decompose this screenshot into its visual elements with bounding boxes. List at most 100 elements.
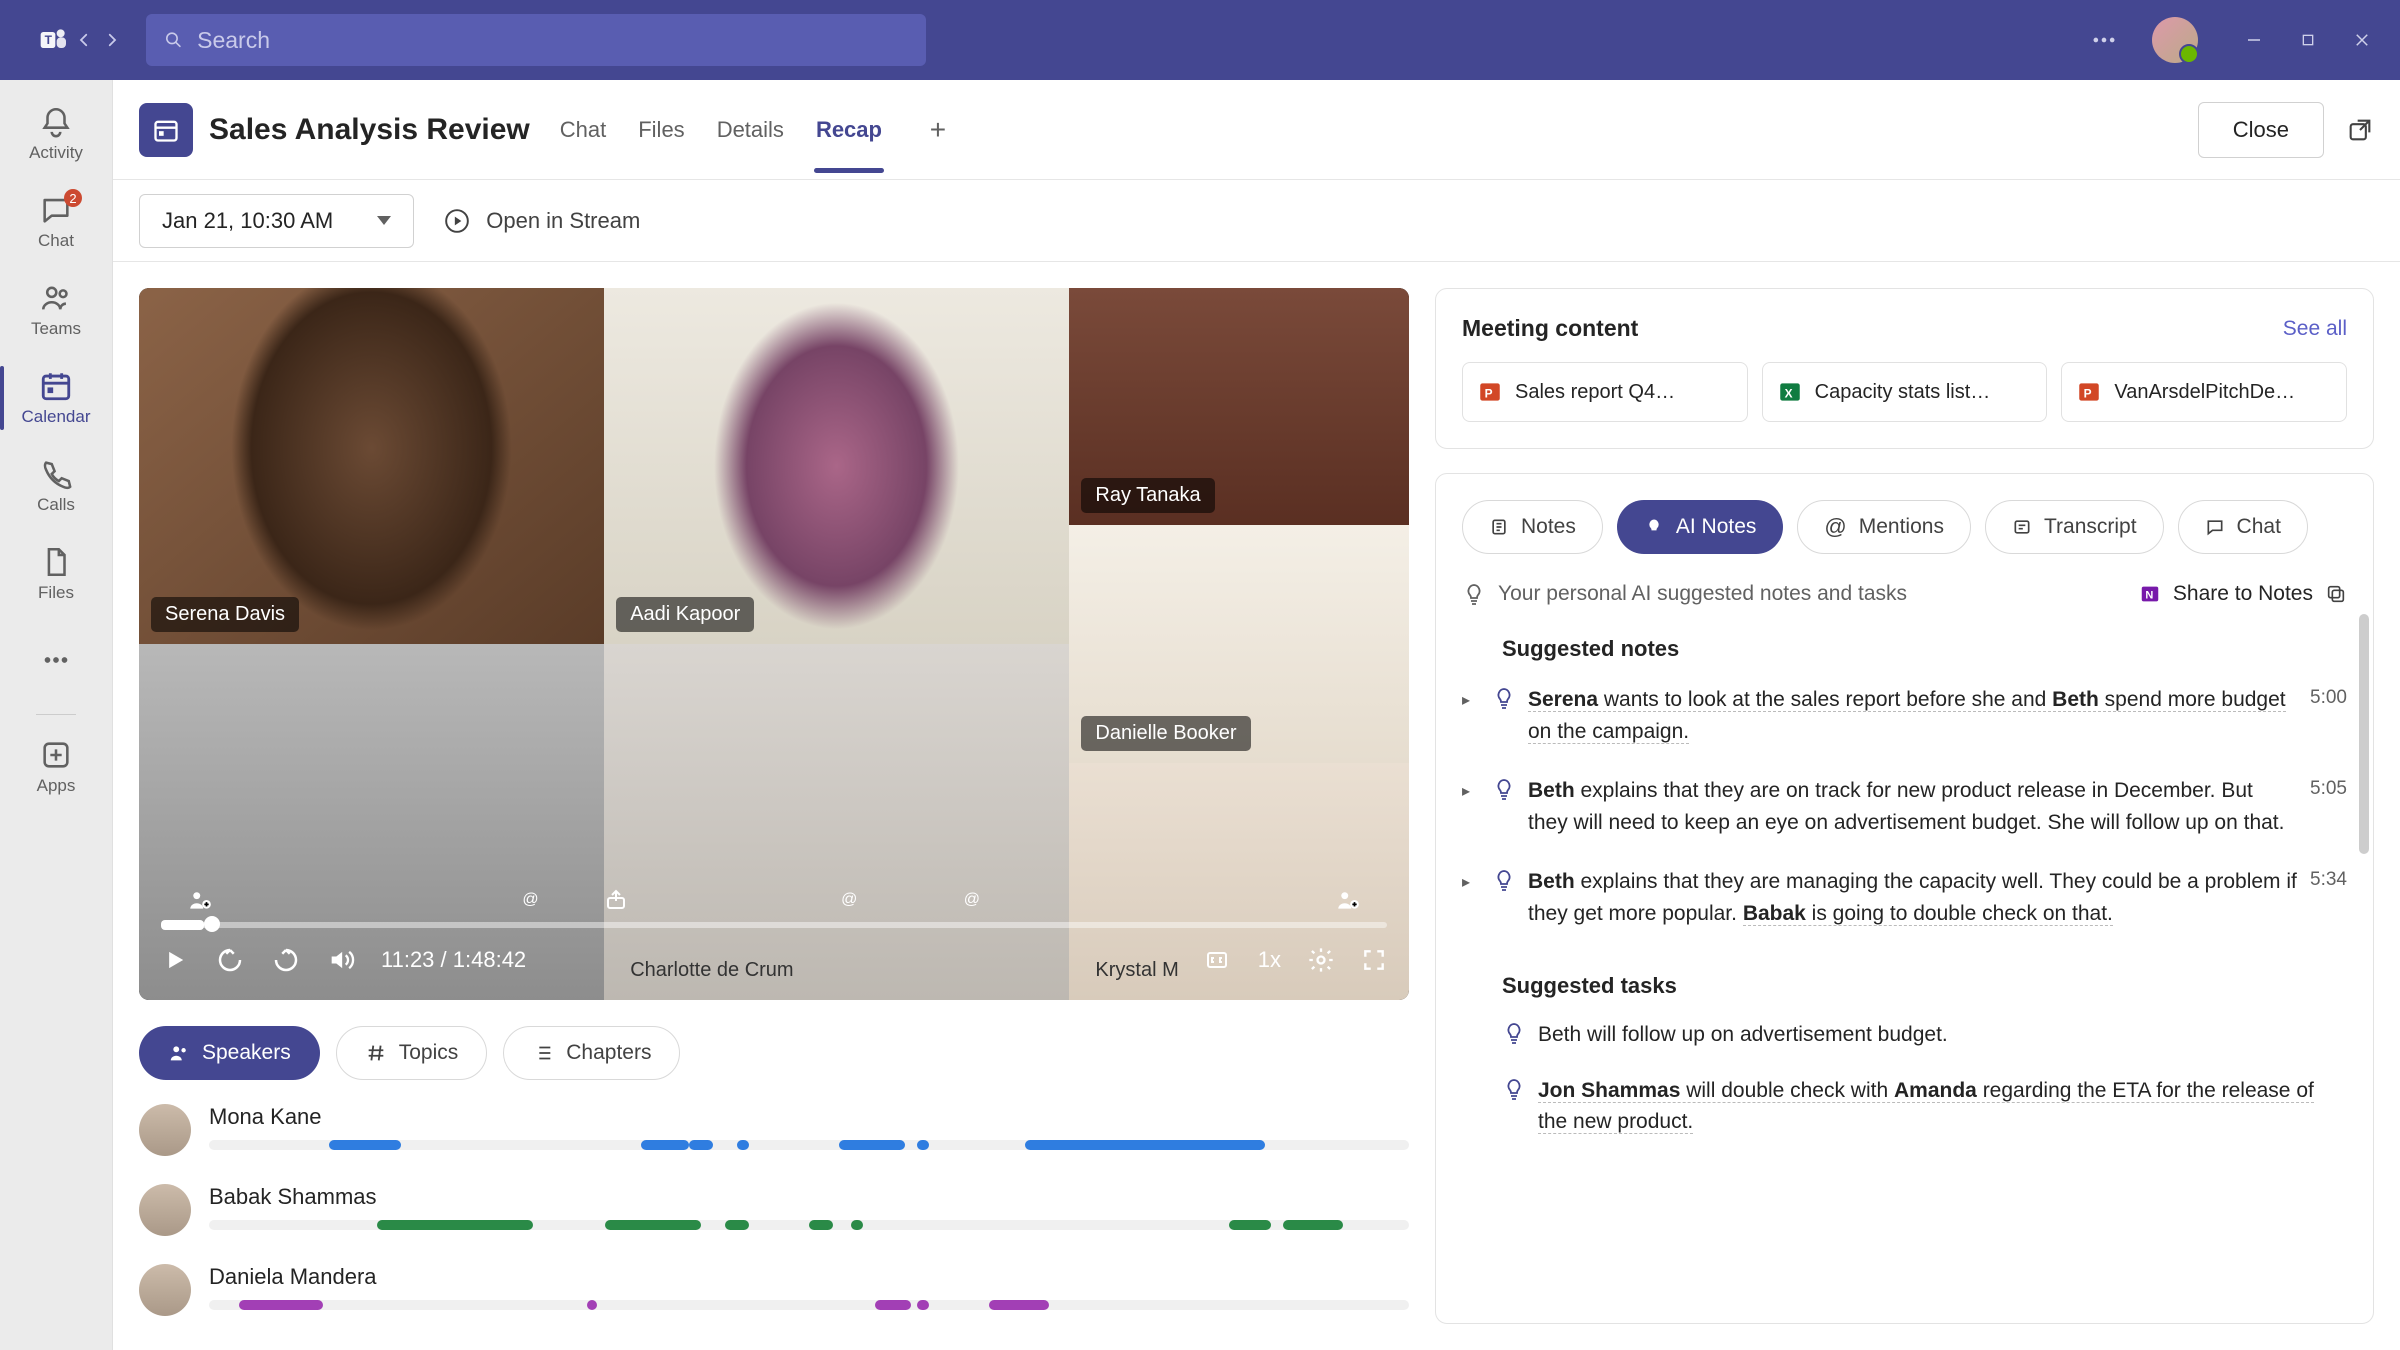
search-icon [164,30,183,50]
rail-teams[interactable]: Teams [0,266,112,354]
speaker-row[interactable]: Mona Kane [139,1104,1409,1156]
title-bar: T [0,0,2400,80]
participant-name: Danielle Booker [1081,716,1250,751]
expand-icon[interactable]: ▸ [1462,781,1480,801]
file-chip[interactable]: P Sales report Q4… [1462,362,1748,422]
rail-chat[interactable]: 2 Chat [0,178,112,266]
people-marker-icon[interactable] [1334,886,1362,914]
expand-icon[interactable]: ▸ [1462,872,1480,892]
suggested-task[interactable]: Jon Shammas will double check with Amand… [1462,1063,2347,1150]
window-maximize-button[interactable] [2290,22,2326,58]
volume-button[interactable] [327,946,355,974]
play-button[interactable] [161,946,189,974]
open-in-stream-label: Open in Stream [486,208,640,234]
notes-tabs: Notes AI Notes @ Mentions Transcript [1462,500,2347,554]
pill-mentions[interactable]: @ Mentions [1797,500,1971,554]
svg-text:P: P [2084,386,2092,400]
close-button[interactable]: Close [2198,102,2324,158]
app-rail: Activity 2 Chat Teams Calendar Calls Fil… [0,80,113,1350]
pill-chat[interactable]: Chat [2178,500,2308,554]
meeting-video[interactable]: Serena Davis Aadi Kapoor Ray Tanaka Dani… [139,288,1409,1000]
file-name: Sales report Q4… [1515,381,1675,404]
share-marker-icon[interactable] [602,886,630,914]
note-icon [1489,517,1509,537]
hash-icon [365,1042,387,1064]
ppt-file-icon: P [1477,379,1503,405]
nav-forward-button[interactable] [98,26,126,54]
people-marker-icon[interactable] [186,886,214,914]
share-to-notes-label: Share to Notes [2173,582,2313,606]
task-text: Jon Shammas will double check with Amand… [1538,1075,2347,1138]
rail-apps-label: Apps [37,776,76,796]
tab-recap[interactable]: Recap [814,87,884,173]
recording-date-picker[interactable]: Jan 21, 10:30 AM [139,194,414,248]
rewind-10-button[interactable] [215,945,245,975]
list-icon [532,1042,554,1064]
rail-calls[interactable]: Calls [0,442,112,530]
tab-files[interactable]: Files [636,87,686,173]
search-box[interactable] [146,14,926,66]
note-timestamp[interactable]: 5:34 [2310,869,2347,891]
tab-chat[interactable]: Chat [558,87,608,173]
tab-chapters[interactable]: Chapters [503,1026,680,1080]
see-all-link[interactable]: See all [2283,317,2347,341]
pill-transcript[interactable]: Transcript [1985,500,2164,554]
window-minimize-button[interactable] [2236,22,2272,58]
scrollbar-thumb[interactable] [2359,614,2369,854]
files-row: P Sales report Q4… XCapacity stats list…PV… [1462,362,2347,422]
video-tile: Serena Davis [139,288,604,644]
rail-more[interactable] [0,618,112,706]
suggested-note[interactable]: ▸Beth explains that they are on track fo… [1462,761,2347,852]
pill-ai-notes[interactable]: AI Notes [1617,500,1784,554]
user-avatar[interactable] [2152,17,2198,63]
share-to-notes-button[interactable]: N Share to Notes [2139,582,2347,606]
timeline-markers: @ @ @ [161,882,1387,918]
suggested-note[interactable]: ▸Serena wants to look at the sales repor… [1462,670,2347,761]
tab-topics[interactable]: Topics [336,1026,488,1080]
ai-hint-text: Your personal AI suggested notes and tas… [1498,582,1907,606]
forward-10-button[interactable] [271,945,301,975]
svg-text:T: T [45,33,53,47]
suggested-note[interactable]: ▸ Beth explains that they are managing th… [1462,852,2347,943]
mention-marker-icon[interactable]: @ [517,886,545,914]
svg-text:P: P [1485,386,1493,400]
video-time: 11:23 / 1:48:42 [381,947,526,973]
speaker-row[interactable]: Daniela Mandera [139,1264,1409,1316]
search-input[interactable] [197,27,908,54]
fullscreen-button[interactable] [1361,947,1387,973]
mention-marker-icon[interactable]: @ [958,886,986,914]
nav-back-button[interactable] [70,26,98,54]
rail-calls-label: Calls [37,495,75,515]
rail-calendar[interactable]: Calendar [0,354,112,442]
pill-notes[interactable]: Notes [1462,500,1603,554]
mention-marker-icon[interactable]: @ [835,886,863,914]
tab-speakers[interactable]: Speakers [139,1026,320,1080]
people-icon [168,1042,190,1064]
expand-icon[interactable]: ▸ [1462,690,1480,710]
speaker-row[interactable]: Babak Shammas [139,1184,1409,1236]
rail-activity[interactable]: Activity [0,90,112,178]
speaker-timeline[interactable] [209,1300,1409,1310]
note-timestamp[interactable]: 5:05 [2310,778,2347,800]
video-progress-bar[interactable] [161,922,1387,928]
rail-apps[interactable]: Apps [0,723,112,811]
suggested-task[interactable]: Beth will follow up on advertisement bud… [1462,1007,2347,1063]
speaker-timeline[interactable] [209,1140,1409,1150]
more-icon[interactable] [2090,26,2118,54]
file-chip[interactable]: PVanArsdelPitchDe… [2061,362,2347,422]
settings-button[interactable] [1307,946,1335,974]
copy-icon[interactable] [2325,583,2347,605]
playback-speed[interactable]: 1x [1258,947,1281,973]
tab-details[interactable]: Details [715,87,786,173]
file-chip[interactable]: XCapacity stats list… [1762,362,2048,422]
speaker-timeline[interactable] [209,1220,1409,1230]
note-timestamp[interactable]: 5:00 [2310,687,2347,709]
captions-button[interactable] [1202,948,1232,972]
window-close-button[interactable] [2344,22,2380,58]
video-tile: Ray Tanaka [1069,288,1409,525]
note-text: Beth explains that they are managing the… [1528,866,2298,929]
popout-icon[interactable] [2346,116,2374,144]
open-in-stream-button[interactable]: Open in Stream [444,194,640,248]
rail-files[interactable]: Files [0,530,112,618]
add-tab-button[interactable]: + [922,114,954,146]
